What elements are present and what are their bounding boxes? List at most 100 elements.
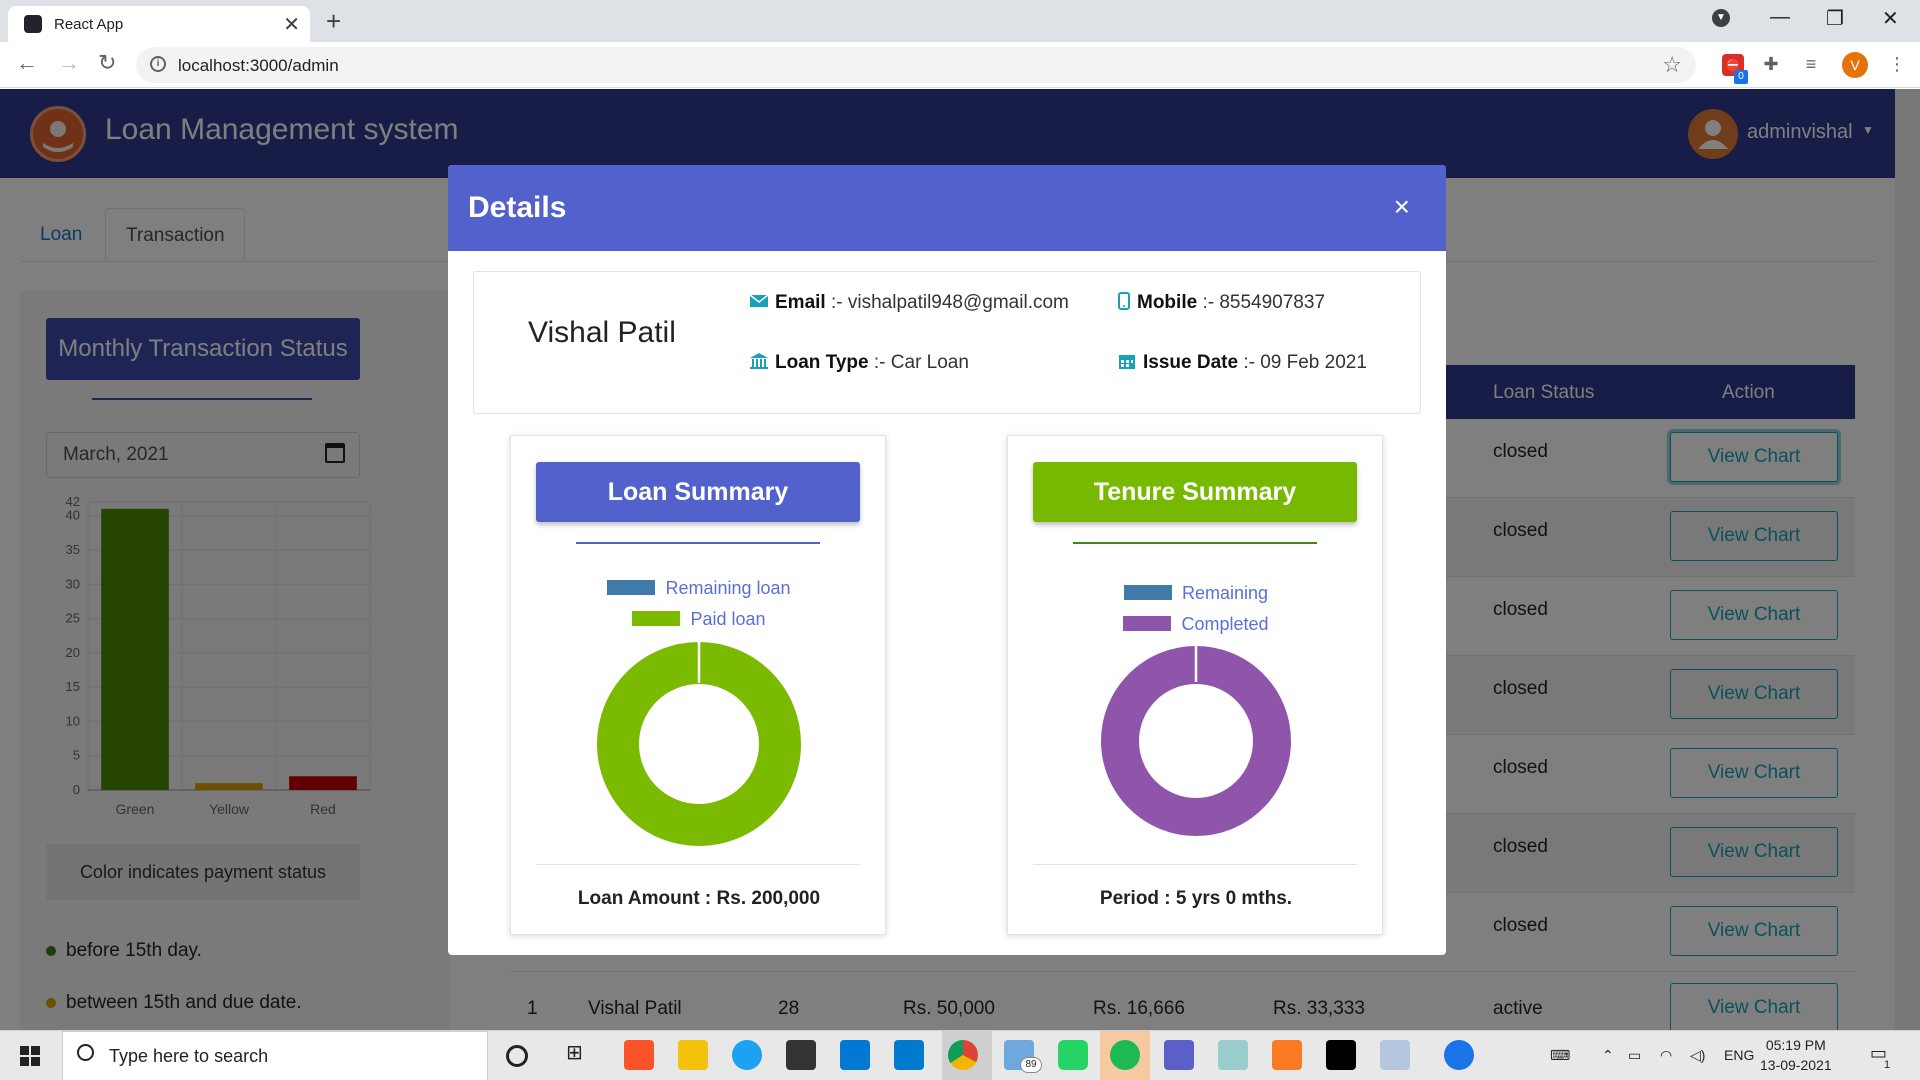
- new-tab-icon[interactable]: +: [326, 6, 341, 37]
- mobile-label: Mobile: [1137, 292, 1198, 313]
- keyboard-icon[interactable]: ⌨: [1550, 1047, 1570, 1064]
- react-favicon-icon: [24, 15, 42, 33]
- wifi-icon[interactable]: ◠: [1660, 1047, 1672, 1064]
- legend-paid-loan[interactable]: Paid loan: [511, 609, 887, 630]
- extensions-puzzle-icon[interactable]: ✚: [1760, 54, 1782, 76]
- loan-summary-button[interactable]: Loan Summary: [536, 462, 860, 522]
- legend-swatch: [632, 611, 681, 626]
- paid-loan-slice[interactable]: [597, 642, 801, 846]
- language-indicator[interactable]: ENG: [1724, 1047, 1754, 1063]
- forward-icon[interactable]: →: [58, 50, 80, 76]
- paint-icon[interactable]: [1380, 1040, 1410, 1070]
- clock-date: 13-09-2021: [1760, 1057, 1832, 1073]
- modal-title: Details: [468, 191, 567, 224]
- completed-slice[interactable]: [1101, 646, 1291, 836]
- tab-title: React App: [54, 16, 124, 33]
- legend-label: Remaining: [1181, 583, 1269, 603]
- loan-summary-underline: [576, 542, 820, 544]
- details-modal: Details × Vishal Patil Email :- vishalpa…: [448, 165, 1446, 955]
- borrower-name: Vishal Patil: [528, 316, 676, 349]
- envelope-icon: [749, 294, 769, 307]
- calendar-icon: [1119, 355, 1135, 369]
- loan-type-label: Loan Type: [775, 352, 869, 373]
- legend-swatch: [607, 580, 656, 595]
- loan-summary-card: Loan Summary Remaining loan Paid loan Lo…: [510, 435, 886, 935]
- tenure-summary-underline: [1073, 542, 1317, 544]
- search-placeholder[interactable]: Type here to search: [109, 1046, 268, 1067]
- vscode-icon[interactable]: [894, 1040, 924, 1070]
- xampp-icon[interactable]: [1272, 1040, 1302, 1070]
- browser-toolbar: ← → ↻ i localhost:3000/admin ☆ ⛔ 0 ✚ ≡ ⋮: [0, 42, 1920, 88]
- reload-icon[interactable]: ↻: [98, 50, 116, 76]
- tenure-donut-chart[interactable]: [1099, 644, 1293, 838]
- clock-time: 05:19 PM: [1765, 1037, 1826, 1053]
- site-info-icon[interactable]: i: [150, 56, 166, 72]
- mobile-value: :- 8554907837: [1202, 292, 1326, 313]
- mobile-field: Mobile :- 8554907837: [1117, 292, 1325, 314]
- notification-count: 1: [1884, 1059, 1891, 1071]
- spotify-icon[interactable]: [1110, 1040, 1140, 1070]
- issue-date-value: :- 09 Feb 2021: [1243, 352, 1367, 373]
- browser-tab[interactable]: React App ✕: [8, 6, 310, 42]
- legend-label: Completed: [1181, 614, 1269, 634]
- task-view-icon[interactable]: ⊞: [566, 1040, 596, 1070]
- windows-taskbar: Type here to search ⊞ 89 ⌨ ⌃ ▭ ◠ ◁) ENG …: [0, 1030, 1920, 1080]
- volume-icon[interactable]: ◁): [1690, 1047, 1705, 1064]
- pycharm-icon[interactable]: [1326, 1040, 1356, 1070]
- modal-header: Details ×: [448, 165, 1446, 251]
- browser-menu-icon[interactable]: ⋮: [1886, 54, 1908, 76]
- legend-remaining[interactable]: Remaining: [1008, 583, 1384, 604]
- media-control-icon[interactable]: ≡: [1800, 54, 1822, 76]
- legend-swatch: [1123, 585, 1172, 600]
- windows-start-icon[interactable]: [20, 1046, 40, 1066]
- close-window-icon[interactable]: ✕: [1882, 6, 1899, 31]
- close-icon[interactable]: ×: [1394, 191, 1410, 223]
- store-icon[interactable]: [786, 1040, 816, 1070]
- minimize-icon[interactable]: —: [1770, 6, 1790, 29]
- help-icon[interactable]: [1444, 1040, 1474, 1070]
- loan-donut-chart[interactable]: [596, 641, 802, 847]
- cortana-icon[interactable]: [506, 1045, 528, 1067]
- legend-label: Paid loan: [690, 609, 766, 629]
- whatsapp-icon[interactable]: [1058, 1040, 1088, 1070]
- legend-remaining-loan[interactable]: Remaining loan: [511, 578, 887, 599]
- battery-icon[interactable]: ▭: [1628, 1047, 1641, 1064]
- browser-tabstrip: React App ✕ + ▼ — ❐ ✕: [0, 0, 1920, 42]
- maximize-icon[interactable]: ❐: [1826, 6, 1844, 31]
- mobile-phone-icon: [1118, 292, 1130, 310]
- email-label: Email: [775, 292, 826, 313]
- tenure-summary-card: Tenure Summary Remaining Completed Perio…: [1007, 435, 1383, 935]
- legend-label: Remaining loan: [665, 578, 791, 598]
- app-badge: 89: [1020, 1057, 1042, 1073]
- card-divider: [536, 864, 860, 865]
- issue-date-field: Issue Date :- 09 Feb 2021: [1117, 352, 1367, 374]
- loan-type-value: :- Car Loan: [873, 352, 969, 373]
- bookmark-star-icon[interactable]: ☆: [1662, 52, 1682, 78]
- legend-completed[interactable]: Completed: [1008, 614, 1384, 635]
- teams-icon[interactable]: [1164, 1040, 1194, 1070]
- chrome-icon[interactable]: [948, 1040, 978, 1070]
- email-field: Email :- vishalpatil948@gmail.com: [749, 292, 1069, 314]
- profile-avatar[interactable]: V: [1842, 52, 1868, 78]
- search-icon: [77, 1044, 94, 1061]
- tenure-summary-button[interactable]: Tenure Summary: [1033, 462, 1357, 522]
- issue-date-label: Issue Date: [1143, 352, 1239, 373]
- notepad-icon[interactable]: [1218, 1040, 1248, 1070]
- email-value: :- vishalpatil948@gmail.com: [830, 292, 1069, 313]
- bank-icon: [750, 353, 768, 369]
- url-text[interactable]: localhost:3000/admin: [178, 56, 339, 76]
- close-tab-icon[interactable]: ✕: [283, 12, 300, 37]
- back-icon[interactable]: ←: [16, 50, 38, 76]
- taskbar-clock[interactable]: 05:19 PM 13-09-2021: [1760, 1035, 1832, 1075]
- borrower-info-card: Vishal Patil Email :- vishalpatil948@gma…: [473, 271, 1421, 414]
- file-explorer-icon[interactable]: [678, 1040, 708, 1070]
- taskbar-search[interactable]: Type here to search: [62, 1031, 488, 1080]
- tenure-period-text: Period : 5 yrs 0 mths.: [1099, 888, 1293, 909]
- tray-overflow-icon[interactable]: ⌃: [1602, 1047, 1614, 1064]
- edge-icon[interactable]: [732, 1040, 762, 1070]
- brave-browser-icon[interactable]: [624, 1040, 654, 1070]
- loan-amount-text: Loan Amount : Rs. 200,000: [577, 888, 821, 909]
- mail-icon[interactable]: [840, 1040, 870, 1070]
- address-bar[interactable]: i localhost:3000/admin ☆: [136, 47, 1696, 83]
- tab-search-icon[interactable]: ▼: [1712, 9, 1730, 27]
